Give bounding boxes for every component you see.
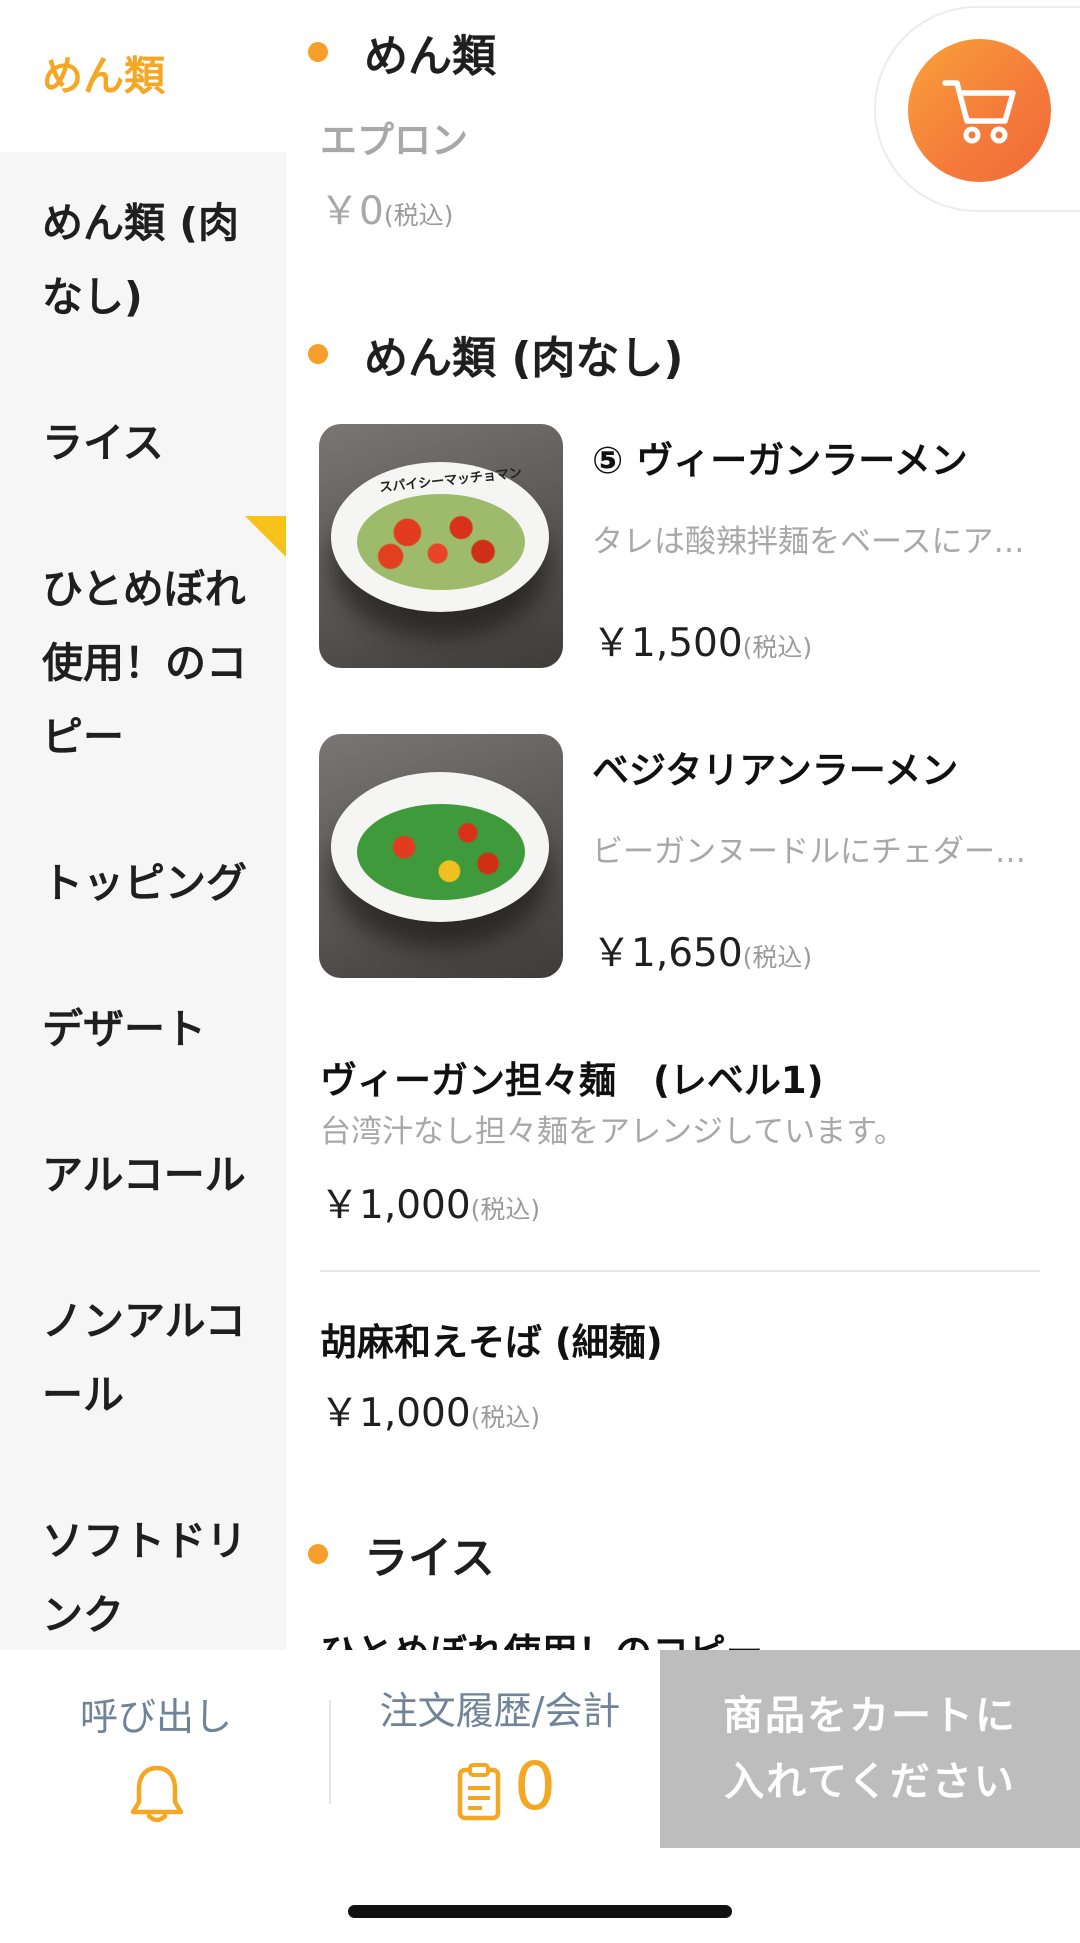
cart-button[interactable] bbox=[908, 39, 1051, 182]
sidebar-item-dessert[interactable]: デザート bbox=[0, 992, 286, 1066]
item-price: ￥1,000(税込) bbox=[320, 1382, 540, 1438]
item-photo: スパイシーマッチョマン bbox=[319, 424, 563, 668]
food-shape bbox=[357, 804, 525, 900]
sidebar-item-label: ソフトドリンク bbox=[42, 1517, 247, 1639]
sidebar-item-label: アルコール bbox=[42, 1151, 246, 1199]
section-title: ライス bbox=[364, 1533, 495, 1584]
sidebar-item-noodles-nomeat[interactable]: めん類 (肉なし) bbox=[0, 186, 286, 334]
price-value: ￥1,000 bbox=[320, 1183, 471, 1228]
section-header-noodles-nomeat: めん類 (肉なし) bbox=[308, 322, 684, 386]
sidebar-item-hitomebore[interactable]: ひとめぼれ使用！のコピー bbox=[0, 552, 286, 774]
sidebar-item-topping[interactable]: トッピング bbox=[0, 846, 286, 920]
food-shape bbox=[357, 494, 525, 590]
price-tax-label: (税込) bbox=[383, 201, 454, 230]
sidebar-flag-marker bbox=[245, 516, 286, 557]
sidebar-item-label: めん類 (肉なし) bbox=[42, 199, 240, 321]
section-header-rice: ライス bbox=[308, 1522, 495, 1586]
sidebar-item-label: トッピング bbox=[42, 859, 247, 907]
item-name: ひとめぼれ使用！のコピー bbox=[320, 1622, 763, 1650]
category-sidebar: めん類 めん類 (肉なし) ライス ひとめぼれ使用！のコピー トッピング デザー… bbox=[0, 0, 286, 1650]
sidebar-item-alcohol[interactable]: アルコール bbox=[0, 1138, 286, 1212]
item-price: ￥1,000(税込) bbox=[320, 1174, 540, 1230]
section-dot-icon bbox=[308, 1544, 328, 1564]
section-header-noodles: めん類 bbox=[308, 20, 496, 84]
price-tax-label: (税込) bbox=[742, 633, 813, 662]
section-dot-icon bbox=[308, 344, 328, 364]
call-staff-button[interactable]: 呼び出し bbox=[0, 1650, 330, 1850]
price-value: ￥1,650 bbox=[592, 931, 743, 976]
section-title: めん類 (肉なし) bbox=[364, 333, 684, 384]
item-price: ￥1,650(税込) bbox=[592, 922, 812, 978]
section-dot-icon bbox=[308, 42, 328, 62]
sidebar-item-label: ひとめぼれ使用！のコピー bbox=[42, 565, 247, 761]
item-price: ￥1,500(税込) bbox=[592, 612, 812, 668]
price-value: ￥1,500 bbox=[592, 621, 743, 666]
sidebar-item-non-alcohol[interactable]: ノンアルコール bbox=[0, 1284, 286, 1432]
item-photo bbox=[319, 734, 563, 978]
price-value: ￥0 bbox=[320, 189, 384, 234]
call-staff-label: 呼び出し bbox=[79, 1695, 232, 1739]
section-title: めん類 bbox=[364, 31, 496, 82]
add-to-cart-cta[interactable]: 商品をカートに入れてください bbox=[660, 1650, 1080, 1848]
home-indicator[interactable] bbox=[348, 1905, 732, 1918]
add-to-cart-cta-label: 商品をカートに入れてください bbox=[723, 1693, 1017, 1805]
order-history-label: 注文履歴/会計 bbox=[379, 1689, 621, 1733]
item-divider bbox=[320, 1270, 1040, 1272]
bottom-bar-divider bbox=[329, 1700, 331, 1804]
sidebar-item-label: デザート bbox=[42, 1005, 206, 1053]
price-tax-label: (税込) bbox=[470, 1195, 541, 1224]
menu-list: めん類 エプロン ￥0(税込) めん類 (肉なし) スパイシーマッチョマン ⑤ … bbox=[286, 0, 1080, 1650]
bottom-bar: 呼び出し 注文履歴/会計 0 商品をカートに入れてください bbox=[0, 1650, 1080, 1943]
sidebar-item-label: ノンアルコール bbox=[42, 1297, 246, 1419]
price-tax-label: (税込) bbox=[470, 1403, 541, 1432]
order-history-button[interactable]: 注文履歴/会計 0 bbox=[332, 1650, 660, 1850]
item-name: ⑤ ヴィーガンラーメン bbox=[592, 439, 968, 482]
item-description: タレは酸辣拌麺をベースにア… bbox=[592, 524, 1025, 560]
order-history-count: 0 bbox=[514, 1748, 556, 1825]
sidebar-item-rice[interactable]: ライス bbox=[0, 406, 286, 480]
price-value: ￥1,000 bbox=[320, 1391, 471, 1436]
item-name: ヴィーガン担々麺 (レベル1) bbox=[320, 1059, 824, 1102]
sidebar-item-label: めん類 bbox=[42, 51, 165, 100]
clipboard-icon bbox=[457, 1763, 501, 1821]
item-name: 胡麻和えそば (細麺) bbox=[320, 1321, 663, 1364]
sidebar-item-soft-drink[interactable]: ソフトドリンク bbox=[0, 1504, 286, 1650]
item-name: エプロン bbox=[320, 119, 468, 162]
price-tax-label: (税込) bbox=[742, 943, 813, 972]
item-description: ビーガンヌードルにチェダー… bbox=[592, 834, 1026, 870]
item-price: ￥0(税込) bbox=[320, 180, 453, 236]
sidebar-item-noodles[interactable]: めん類 bbox=[0, 0, 286, 152]
item-description: 台湾汁なし担々麺をアレンジしています。 bbox=[320, 1114, 905, 1150]
bell-icon bbox=[130, 1765, 184, 1823]
cart-button-container bbox=[874, 6, 1080, 212]
cart-icon bbox=[941, 79, 1016, 143]
item-name: ベジタリアンラーメン bbox=[592, 749, 959, 792]
sidebar-item-label: ライス bbox=[42, 419, 164, 467]
